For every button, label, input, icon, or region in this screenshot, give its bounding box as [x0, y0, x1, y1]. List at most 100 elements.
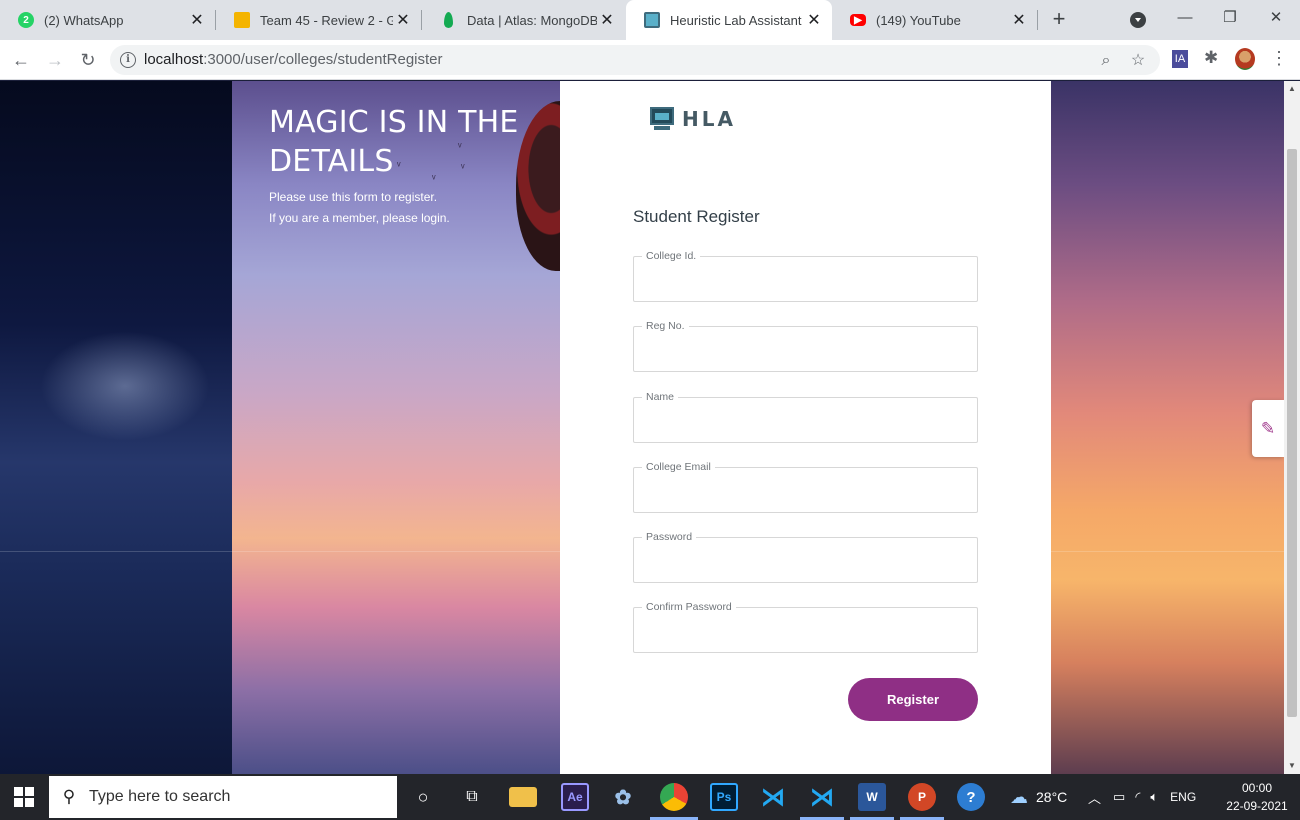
close-tab-icon[interactable]: ✕: [187, 10, 207, 30]
confirm-password-label: Confirm Password: [642, 601, 736, 613]
tab-title: Team 45 - Review 2 - Goo: [260, 12, 393, 28]
taskbar-search-box[interactable]: ⚲ Type here to search: [49, 776, 397, 818]
reg-no-input[interactable]: [646, 341, 966, 363]
page-scrollbar[interactable]: ▲ ▼: [1284, 81, 1300, 774]
windows-start-icon[interactable]: [14, 787, 34, 807]
logo-text: HLA: [682, 107, 736, 131]
tab-divider: [1037, 10, 1038, 30]
monitor-logo-icon: [650, 107, 674, 131]
browser-menu-icon[interactable]: ⋮: [1270, 48, 1288, 69]
background-sky-right: [1051, 81, 1284, 774]
name-field[interactable]: Name: [633, 391, 978, 443]
clock-date: 22-09-2021: [1226, 799, 1288, 813]
url-host: localhost: [144, 51, 204, 68]
whatsapp-icon: 2: [18, 12, 34, 28]
photoshop-icon[interactable]: Ps: [710, 783, 738, 811]
windows-taskbar: ⚲ Type here to search ○ ⧉ Ae ✿ Ps ⋊ ⋊ W …: [0, 774, 1300, 820]
restore-icon[interactable]: ❐: [1217, 6, 1243, 30]
tab-mongodb-atlas[interactable]: Data | Atlas: MongoDB Atl ✕: [422, 0, 625, 40]
vscode-icon[interactable]: ⋊: [759, 783, 787, 811]
bookmark-star-icon[interactable]: ☆: [1129, 52, 1147, 70]
youtube-icon: ▶: [850, 14, 866, 26]
profile-avatar[interactable]: [1235, 48, 1255, 70]
scroll-up-arrow-icon[interactable]: ▲: [1284, 81, 1300, 97]
browser-tab-strip: 2 (2) WhatsApp ✕ Team 45 - Review 2 - Go…: [0, 0, 1300, 40]
college-email-field[interactable]: College Email: [633, 461, 978, 513]
tab-title: Data | Atlas: MongoDB Atl: [467, 12, 597, 28]
confirm-password-field[interactable]: Confirm Password: [633, 601, 978, 653]
name-input[interactable]: [646, 412, 966, 434]
form-title: Student Register: [633, 207, 760, 226]
new-tab-button[interactable]: +: [1047, 8, 1071, 32]
hero-section: MAGIC IS IN THE DETAILS Please use this …: [269, 103, 529, 229]
minimize-icon[interactable]: —: [1172, 6, 1198, 30]
tab-search-icon[interactable]: [1130, 12, 1146, 28]
register-button[interactable]: Register: [848, 678, 978, 721]
tab-title: (2) WhatsApp: [44, 12, 124, 28]
file-explorer-icon[interactable]: [509, 787, 537, 807]
college-email-input[interactable]: [646, 482, 966, 504]
college-id-label: College Id.: [642, 250, 701, 262]
vscode-icon[interactable]: ⋊: [808, 783, 836, 811]
chrome-icon[interactable]: [660, 783, 688, 811]
close-tab-icon[interactable]: ✕: [597, 10, 617, 30]
forward-arrow-icon[interactable]: →: [43, 48, 67, 72]
weather-cloud-icon: ☁: [1010, 786, 1028, 807]
password-input[interactable]: [646, 552, 966, 574]
battery-icon[interactable]: ▭: [1113, 789, 1125, 805]
register-form-card: HLA Student Register College Id. Reg No.…: [560, 81, 1051, 774]
back-arrow-icon[interactable]: ←: [9, 48, 33, 72]
weather-temperature: 28°C: [1036, 789, 1068, 805]
slides-icon: [234, 12, 250, 28]
address-bar[interactable]: i localhost:3000/user/colleges/studentRe…: [110, 45, 1160, 75]
name-label: Name: [642, 391, 679, 403]
site-info-icon[interactable]: i: [120, 52, 136, 68]
scroll-down-arrow-icon[interactable]: ▼: [1284, 758, 1300, 774]
url-text[interactable]: localhost:3000/user/colleges/studentRegi…: [144, 51, 443, 68]
ia-extension-icon[interactable]: IA: [1172, 50, 1188, 68]
college-id-input[interactable]: [646, 271, 966, 293]
password-field[interactable]: Password: [633, 531, 978, 583]
hero-heading-line-1: MAGIC IS IN THE: [269, 105, 519, 140]
password-label: Password: [642, 531, 697, 543]
background-sky-left: [0, 81, 232, 774]
close-tab-icon[interactable]: ✕: [393, 10, 413, 30]
search-icon: ⚲: [62, 787, 76, 806]
wifi-icon[interactable]: ◜: [1135, 789, 1140, 805]
close-tab-icon[interactable]: ✕: [1009, 10, 1029, 30]
system-clock[interactable]: 00:00 22-09-2021: [1222, 779, 1292, 815]
scrollbar-thumb[interactable]: [1287, 149, 1297, 717]
zoom-icon[interactable]: ⌕: [1097, 52, 1115, 70]
weather-widget[interactable]: ☁ 28°C: [1010, 774, 1067, 820]
after-effects-icon[interactable]: Ae: [561, 783, 589, 811]
tab-whatsapp[interactable]: 2 (2) WhatsApp ✕: [0, 0, 215, 40]
hero-text-line-2: If you are a member, please login.: [269, 211, 450, 225]
tab-heuristic-lab-assistant[interactable]: Heuristic Lab Assistant ✕: [626, 0, 832, 40]
powerpoint-icon[interactable]: P: [908, 783, 936, 811]
reload-icon[interactable]: ↻: [76, 48, 100, 72]
confirm-password-input[interactable]: [646, 622, 966, 644]
language-indicator[interactable]: ENG: [1170, 790, 1196, 804]
magic-wand-widget-icon[interactable]: ✎: [1252, 400, 1284, 457]
cortana-icon[interactable]: ○: [409, 783, 437, 811]
volume-icon[interactable]: 🔈︎: [1150, 789, 1158, 805]
browser-toolbar: ← → ↻ i localhost:3000/user/colleges/stu…: [0, 40, 1300, 80]
tab-team45-review[interactable]: Team 45 - Review 2 - Goo ✕: [216, 0, 421, 40]
task-view-icon[interactable]: ⧉: [458, 783, 486, 811]
tab-title: (149) YouTube: [876, 12, 961, 28]
tab-title: Heuristic Lab Assistant: [670, 12, 802, 28]
mongodb-leaf-icon: [444, 12, 453, 28]
reg-no-field[interactable]: Reg No.: [633, 320, 978, 372]
close-tab-icon[interactable]: ✕: [804, 10, 824, 30]
paint-icon[interactable]: ✿: [609, 783, 637, 811]
hla-logo: HLA: [650, 107, 736, 131]
help-icon[interactable]: ?: [957, 783, 985, 811]
word-icon[interactable]: W: [858, 783, 886, 811]
show-hidden-icons-chevron-icon[interactable]: ︿: [1088, 788, 1101, 807]
close-window-icon[interactable]: ✕: [1263, 6, 1289, 30]
extensions-puzzle-icon[interactable]: ✱: [1204, 48, 1218, 68]
college-id-field[interactable]: College Id.: [633, 250, 978, 302]
tab-youtube[interactable]: ▶ (149) YouTube ✕: [832, 0, 1037, 40]
hero-heading-line-2: DETAILS: [269, 144, 394, 179]
reg-no-label: Reg No.: [642, 320, 689, 332]
